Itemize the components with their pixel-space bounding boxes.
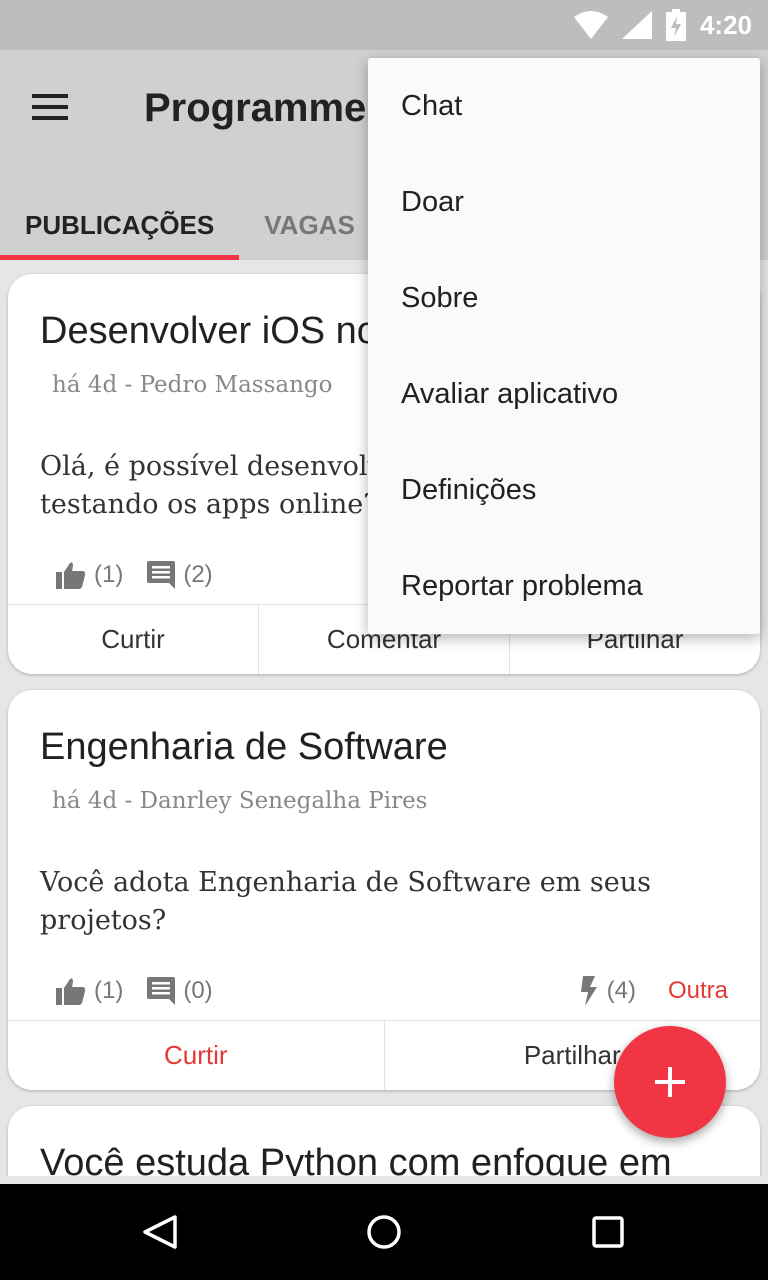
post-body: Você adota Engenharia de Software em seu… <box>40 867 651 936</box>
comment-count-text: (0) <box>183 977 213 1004</box>
status-icons: 4:20 <box>573 0 752 50</box>
menu-item-doar[interactable]: Doar <box>368 154 760 250</box>
comment-count: (0) <box>147 977 213 1005</box>
lightning-icon <box>580 976 597 1006</box>
battery-charging-icon <box>665 9 686 41</box>
post-title: Engenharia de Software <box>40 726 448 768</box>
category-tag[interactable]: Outra <box>668 977 728 1005</box>
comment-icon <box>147 561 176 589</box>
tab-bar: PUBLICAÇÕES VAGAS <box>0 190 380 260</box>
like-button[interactable]: Curtir <box>8 605 259 674</box>
bolt-count-text: (4) <box>606 977 636 1004</box>
add-post-button[interactable] <box>614 1026 726 1138</box>
status-bar: 4:20 <box>0 0 768 50</box>
comment-count: (2) <box>147 561 213 589</box>
home-icon[interactable] <box>366 1214 402 1250</box>
like-count-text: (1) <box>94 977 124 1004</box>
plus-icon <box>655 1067 685 1097</box>
menu-item-reportar[interactable]: Reportar problema <box>368 538 760 634</box>
recents-icon[interactable] <box>592 1216 624 1248</box>
menu-item-avaliar[interactable]: Avaliar aplicativo <box>368 346 760 442</box>
menu-item-sobre[interactable]: Sobre <box>368 250 760 346</box>
back-icon[interactable] <box>142 1214 178 1250</box>
like-count: (1) <box>56 977 123 1005</box>
app-title: Programmers <box>144 86 405 130</box>
comment-icon <box>147 977 176 1005</box>
post-meta: há 4d - Pedro Massango <box>52 372 333 398</box>
post-stats: (1) (2) <box>56 558 237 592</box>
hamburger-icon <box>32 94 68 120</box>
like-button[interactable]: Curtir <box>8 1021 385 1090</box>
post-stats: (1) (0) <box>56 974 237 1008</box>
hamburger-menu-button[interactable] <box>30 88 82 128</box>
thumbs-up-icon <box>56 562 86 589</box>
like-count-text: (1) <box>94 561 124 588</box>
post-title: Você estuda Python com enfoque em <box>40 1142 672 1176</box>
overflow-menu: Chat Doar Sobre Avaliar aplicativo Defin… <box>368 58 760 634</box>
status-time: 4:20 <box>699 9 752 40</box>
wifi-icon <box>573 11 608 39</box>
menu-item-chat[interactable]: Chat <box>368 58 760 154</box>
tab-vagas[interactable]: VAGAS <box>239 190 380 260</box>
menu-item-definicoes[interactable]: Definições <box>368 442 760 538</box>
comment-count-text: (2) <box>183 561 213 588</box>
signal-icon <box>621 11 652 39</box>
tab-publicacoes[interactable]: PUBLICAÇÕES <box>0 190 240 260</box>
like-count: (1) <box>56 561 123 589</box>
post-meta: há 4d - Danrley Senegalha Pires <box>52 788 428 814</box>
post-extra-stats: (4) Outra <box>579 974 728 1008</box>
thumbs-up-icon <box>56 978 86 1005</box>
navigation-bar <box>0 1184 768 1280</box>
